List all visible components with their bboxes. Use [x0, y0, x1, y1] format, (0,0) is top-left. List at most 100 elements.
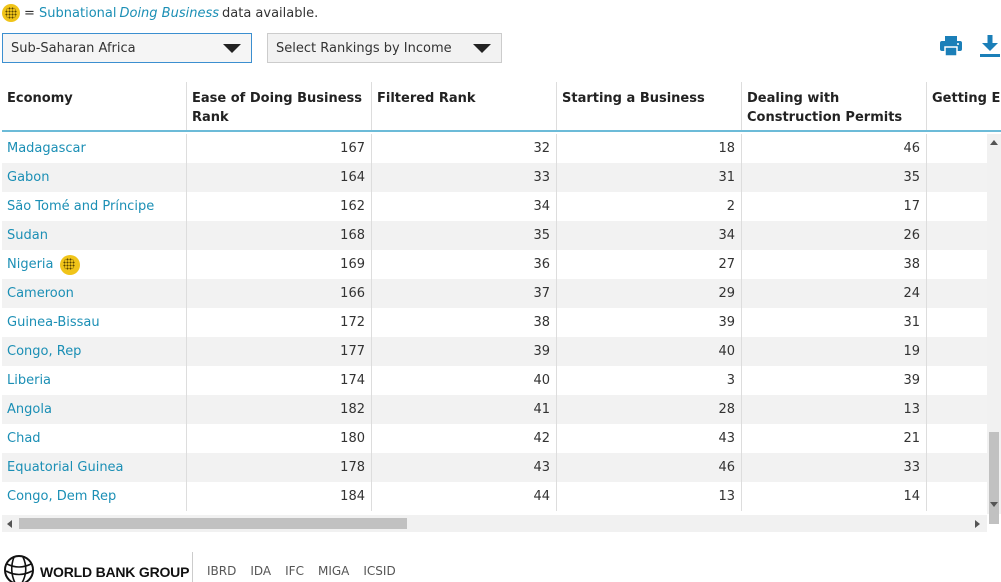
download-icon[interactable]: [980, 35, 1000, 57]
footer-link-ifc[interactable]: IFC: [285, 564, 304, 578]
horizontal-scroll-thumb[interactable]: [19, 518, 407, 529]
economy-cell[interactable]: São Tomé and Príncipe: [2, 192, 187, 221]
getting-electricity-cell: [927, 163, 987, 192]
economy-cell[interactable]: Nigeria: [2, 250, 187, 279]
table-row: Congo, Dem Rep 184 44 13 14: [2, 482, 987, 511]
footer-divider: [192, 552, 193, 582]
construction-permits-cell: 38: [742, 250, 927, 279]
starting-business-cell: 46: [557, 453, 742, 482]
region-select-value: Sub-Saharan Africa: [11, 40, 136, 56]
horizontal-scrollbar[interactable]: [2, 515, 987, 532]
getting-electricity-cell: [927, 134, 987, 163]
economy-cell[interactable]: Madagascar: [2, 134, 187, 163]
legend-doing-business[interactable]: Doing Business: [119, 6, 219, 21]
footer-link-miga[interactable]: MIGA: [318, 564, 349, 578]
construction-permits-cell: 21: [742, 424, 927, 453]
filtered-rank-cell: 34: [372, 192, 557, 221]
legend-tail: data available.: [222, 5, 319, 21]
economy-link[interactable]: Guinea-Bissau: [7, 308, 100, 337]
header-construction-permits[interactable]: Dealing with Construction Permits: [742, 82, 927, 130]
economy-link[interactable]: Gabon: [7, 163, 50, 192]
scroll-left-icon[interactable]: [7, 520, 12, 528]
ease-rank-cell: 172: [187, 308, 372, 337]
income-select[interactable]: Select Rankings by Income: [267, 33, 502, 63]
header-ease-rank[interactable]: Ease of Doing Business Rank: [187, 82, 372, 130]
filtered-rank-cell: 38: [372, 308, 557, 337]
getting-electricity-cell: [927, 395, 987, 424]
economy-cell[interactable]: Cameroon: [2, 279, 187, 308]
economy-link[interactable]: Congo, Dem Rep: [7, 482, 116, 511]
table-row: Congo, Rep 177 39 40 19: [2, 337, 987, 366]
economy-cell[interactable]: Gabon: [2, 163, 187, 192]
filtered-rank-cell: 40: [372, 366, 557, 395]
table-row: Sudan 168 35 34 26: [2, 221, 987, 250]
rankings-table: Economy Ease of Doing Business Rank Filt…: [2, 82, 1001, 532]
economy-link[interactable]: Angola: [7, 395, 52, 424]
filtered-rank-cell: 39: [372, 337, 557, 366]
economy-link[interactable]: Equatorial Guinea: [7, 453, 124, 482]
starting-business-cell: 2: [557, 192, 742, 221]
economy-cell[interactable]: Congo, Dem Rep: [2, 482, 187, 511]
header-filtered-rank[interactable]: Filtered Rank: [372, 82, 557, 130]
table-header: Economy Ease of Doing Business Rank Filt…: [2, 82, 1001, 132]
table-body: Madagascar 167 32 18 46 Gabon 164 33 31 35 São Tom…: [2, 134, 987, 514]
economy-cell[interactable]: Guinea-Bissau: [2, 308, 187, 337]
starting-business-cell: 31: [557, 163, 742, 192]
filtered-rank-cell: 36: [372, 250, 557, 279]
economy-link[interactable]: Cameroon: [7, 279, 74, 308]
starting-business-cell: 39: [557, 308, 742, 337]
economy-cell[interactable]: Liberia: [2, 366, 187, 395]
ease-rank-cell: 168: [187, 221, 372, 250]
ease-rank-cell: 178: [187, 453, 372, 482]
header-economy[interactable]: Economy: [2, 82, 187, 130]
footer-link-ida[interactable]: IDA: [250, 564, 271, 578]
footer-links: IBRD IDA IFC MIGA ICSID: [207, 564, 396, 578]
starting-business-cell: 18: [557, 134, 742, 163]
filtered-rank-cell: 33: [372, 163, 557, 192]
construction-permits-cell: 24: [742, 279, 927, 308]
ease-rank-cell: 166: [187, 279, 372, 308]
table-row: Guinea-Bissau 172 38 39 31: [2, 308, 987, 337]
economy-link[interactable]: Liberia: [7, 366, 51, 395]
world-bank-group-wordmark[interactable]: WORLD BANK GROUP: [40, 564, 189, 580]
ease-rank-cell: 174: [187, 366, 372, 395]
economy-cell[interactable]: Equatorial Guinea: [2, 453, 187, 482]
header-starting-business[interactable]: Starting a Business: [557, 82, 742, 130]
vertical-scrollbar[interactable]: [987, 134, 1001, 524]
economy-cell[interactable]: Sudan: [2, 221, 187, 250]
getting-electricity-cell: [927, 453, 987, 482]
header-getting-electricity[interactable]: Getting Ele: [927, 82, 1001, 130]
vertical-scroll-thumb[interactable]: [989, 432, 999, 524]
print-icon[interactable]: [940, 36, 962, 56]
table-row: Chad 180 42 43 21: [2, 424, 987, 453]
economy-link[interactable]: Madagascar: [7, 134, 86, 163]
footer-link-icsid[interactable]: ICSID: [363, 564, 395, 578]
ease-rank-cell: 184: [187, 482, 372, 511]
subnational-globe-icon[interactable]: [59, 254, 80, 275]
economy-link[interactable]: Congo, Rep: [7, 337, 81, 366]
economy-link[interactable]: Nigeria: [7, 250, 54, 279]
economy-link[interactable]: Chad: [7, 424, 41, 453]
table-row: Equatorial Guinea 178 43 46 33: [2, 453, 987, 482]
economy-cell[interactable]: Chad: [2, 424, 187, 453]
table-row: Liberia 174 40 3 39: [2, 366, 987, 395]
economy-link[interactable]: São Tomé and Príncipe: [7, 192, 154, 221]
scroll-down-icon[interactable]: [990, 502, 998, 507]
construction-permits-cell: 46: [742, 134, 927, 163]
economy-cell[interactable]: Angola: [2, 395, 187, 424]
economy-link[interactable]: Sudan: [7, 221, 48, 250]
economy-cell[interactable]: Congo, Rep: [2, 337, 187, 366]
legend-subnational-link[interactable]: Subnational: [39, 6, 116, 21]
construction-permits-cell: 35: [742, 163, 927, 192]
footer-link-ibrd[interactable]: IBRD: [207, 564, 236, 578]
scroll-up-icon[interactable]: [990, 140, 998, 145]
region-select[interactable]: Sub-Saharan Africa: [2, 33, 252, 63]
table-row: Madagascar 167 32 18 46: [2, 134, 987, 163]
scroll-right-icon[interactable]: [975, 520, 980, 528]
starting-business-cell: 27: [557, 250, 742, 279]
filtered-rank-cell: 41: [372, 395, 557, 424]
ease-rank-cell: 182: [187, 395, 372, 424]
getting-electricity-cell: [927, 424, 987, 453]
getting-electricity-cell: [927, 192, 987, 221]
world-bank-globe-icon[interactable]: [3, 554, 35, 582]
